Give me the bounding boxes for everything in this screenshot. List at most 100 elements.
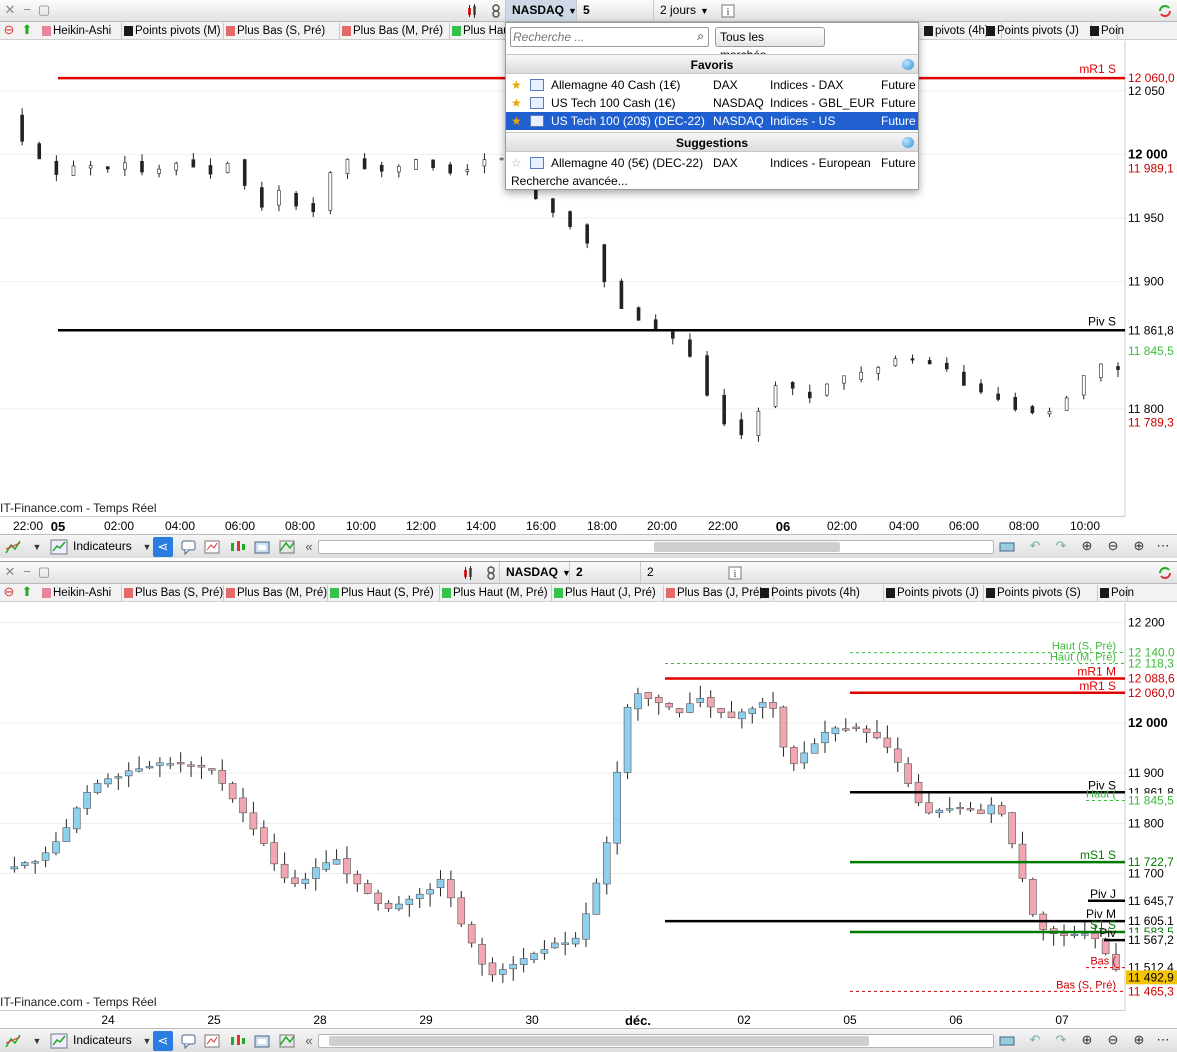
collapse-left-icon[interactable]: « <box>302 540 316 554</box>
close-icon[interactable]: ✕ <box>3 3 17 17</box>
zoom-fit-icon[interactable]: ⊕ <box>1080 539 1094 553</box>
chat-bubble-icon[interactable] <box>902 137 914 148</box>
indicator-chip[interactable]: Plus Haut (M, Pré) <box>440 585 552 601</box>
undo-icon[interactable]: ↶ <box>1028 539 1042 553</box>
search-result-row[interactable]: ★ US Tech 100 (20$) (DEC-22) NASDAQ Indices… <box>506 112 918 130</box>
candles-icon[interactable] <box>466 3 482 19</box>
candles-icon[interactable] <box>462 565 478 581</box>
star-icon[interactable]: ☆ <box>511 154 522 172</box>
screenshot-icon[interactable] <box>253 539 271 555</box>
indicator-chip[interactable]: Heikin-Ashi <box>40 23 122 39</box>
fit-icon[interactable] <box>998 539 1016 555</box>
chart-type-icon[interactable] <box>203 539 221 555</box>
indicator-chip[interactable]: Plus Bas (S, Pré) <box>122 585 224 601</box>
indicator-chip[interactable]: Points pivots (S) <box>984 585 1098 601</box>
bottom-price-chart[interactable]: Haut (S, Pré)Haut (M, Pré)mR1 MmR1 SPiv … <box>0 603 1177 1011</box>
scroll-thumb[interactable] <box>329 1036 869 1046</box>
redo-icon[interactable]: ↷ <box>1054 539 1068 553</box>
indicator-chip[interactable]: Plus Haut <box>450 23 513 39</box>
redo-icon[interactable]: ↷ <box>1054 1033 1068 1047</box>
minimize-icon[interactable]: − <box>20 3 34 17</box>
indicators-dropdown[interactable]: ▼ <box>140 540 154 554</box>
share-icon[interactable]: ⋖ <box>153 1031 173 1051</box>
search-icon[interactable]: ⌕ <box>697 29 704 44</box>
search-box[interactable]: ⌕ <box>510 27 709 47</box>
link-icon[interactable] <box>488 3 504 19</box>
maximize-icon[interactable]: ▢ <box>37 565 51 579</box>
indicator-chip[interactable]: Points pivots (4h) <box>758 585 884 601</box>
remove-icon[interactable]: ⊖ <box>2 585 16 599</box>
indicator-chip[interactable]: Points pivots (J) <box>984 23 1092 39</box>
share-icon[interactable]: ⋖ <box>153 537 173 557</box>
indicator-chip[interactable]: Poin <box>1098 585 1134 601</box>
maximize-icon[interactable]: ▢ <box>37 3 51 17</box>
compare-icon[interactable] <box>278 539 296 555</box>
up-icon[interactable]: ⬆ <box>20 585 34 599</box>
info-icon[interactable]: i <box>727 565 743 581</box>
indicators-icon[interactable] <box>50 1033 68 1049</box>
draw-tool-icon[interactable] <box>4 1033 22 1049</box>
link-icon[interactable] <box>483 565 499 581</box>
refresh-icon[interactable] <box>1157 3 1173 19</box>
draw-tool-icon[interactable] <box>4 539 22 555</box>
fit-icon[interactable] <box>998 1033 1016 1049</box>
search-input[interactable] <box>513 29 683 45</box>
undo-icon[interactable]: ↶ <box>1028 1033 1042 1047</box>
time-scrollbar[interactable] <box>318 540 994 554</box>
indicators-button[interactable]: Indicateurs <box>73 1033 132 1047</box>
indicator-chip[interactable]: Plus Bas (M, Pré) <box>224 585 328 601</box>
collapse-left-icon[interactable]: « <box>302 1034 316 1048</box>
search-result-row[interactable]: ★ Allemagne 40 Cash (1€) DAX Indices - DAX F… <box>506 76 918 94</box>
zoom-out-icon[interactable]: ⊖ <box>1106 1033 1120 1047</box>
period-selector[interactable]: 2 jours ▼ <box>653 0 715 21</box>
indicator-chip[interactable]: Heikin-Ashi <box>40 585 122 601</box>
comment-icon[interactable] <box>180 539 198 555</box>
screenshot-icon[interactable] <box>253 1033 271 1049</box>
indicator-chip[interactable]: Plus Bas (S, Pré) <box>224 23 340 39</box>
chat-bubble-icon[interactable] <box>902 59 914 70</box>
indicator-chip[interactable]: Plus Bas (M, Pré) <box>340 23 450 39</box>
compare-icon[interactable] <box>278 1033 296 1049</box>
zoom-fit-icon[interactable]: ⊕ <box>1080 1033 1094 1047</box>
star-icon[interactable]: ★ <box>511 94 522 112</box>
remove-icon[interactable]: ⊖ <box>2 23 16 37</box>
zoom-in-icon[interactable]: ⊕ <box>1132 539 1146 553</box>
zoom-in-icon[interactable]: ⊕ <box>1132 1033 1146 1047</box>
info-icon[interactable]: i <box>720 3 736 19</box>
refresh-icon[interactable] <box>1157 565 1173 581</box>
candles-small-icon[interactable] <box>228 539 246 555</box>
indicator-chip[interactable]: Poin <box>1088 23 1124 39</box>
interval-selector[interactable]: 5 minutes▼ <box>576 0 653 38</box>
indicator-label: Plus Bas (S, Pré) <box>135 587 224 599</box>
scroll-thumb[interactable] <box>654 542 840 552</box>
up-icon[interactable]: ⬆ <box>20 23 34 37</box>
minimize-icon[interactable]: − <box>20 565 34 579</box>
symbol-selector[interactable]: NASDAQ ▼ <box>499 562 571 583</box>
indicators-button[interactable]: Indicateurs <box>73 539 132 553</box>
more-tools-icon[interactable]: ⋯ <box>1156 1033 1170 1047</box>
indicator-chip[interactable]: Plus Haut (J, Pré) <box>552 585 664 601</box>
close-icon[interactable]: ✕ <box>3 565 17 579</box>
market-select[interactable]: Tous les marchés▼ <box>715 27 825 62</box>
star-icon[interactable]: ★ <box>511 76 522 94</box>
chart-type-icon[interactable] <box>203 1033 221 1049</box>
star-icon[interactable]: ★ <box>511 112 522 130</box>
more-tools-icon[interactable]: ⋯ <box>1156 539 1170 553</box>
symbol-selector[interactable]: NASDAQ ▼ <box>505 0 577 21</box>
indicators-dropdown[interactable]: ▼ <box>140 1034 154 1048</box>
advanced-search-link[interactable]: Recherche avancée... <box>511 174 628 188</box>
interval-selector[interactable]: 2 heures▼ <box>569 562 640 600</box>
draw-tool-dropdown[interactable]: ▼ <box>30 540 44 554</box>
search-result-row[interactable]: ☆ Allemagne 40 (5€) (DEC-22) DAX Indices - … <box>506 154 918 172</box>
comment-icon[interactable] <box>180 1033 198 1049</box>
indicator-chip[interactable]: Points pivots (J) <box>884 585 984 601</box>
indicator-chip[interactable]: Plus Haut (S, Pré) <box>328 585 440 601</box>
search-result-row[interactable]: ★ US Tech 100 Cash (1€) NASDAQ Indices - GB… <box>506 94 918 112</box>
candles-small-icon[interactable] <box>228 1033 246 1049</box>
indicators-icon[interactable] <box>50 539 68 555</box>
period-selector[interactable]: 2 semaines▼ <box>640 562 722 600</box>
time-scrollbar[interactable] <box>318 1034 994 1048</box>
zoom-out-icon[interactable]: ⊖ <box>1106 539 1120 553</box>
indicator-chip[interactable]: Points pivots (M) <box>122 23 224 39</box>
draw-tool-dropdown[interactable]: ▼ <box>30 1034 44 1048</box>
